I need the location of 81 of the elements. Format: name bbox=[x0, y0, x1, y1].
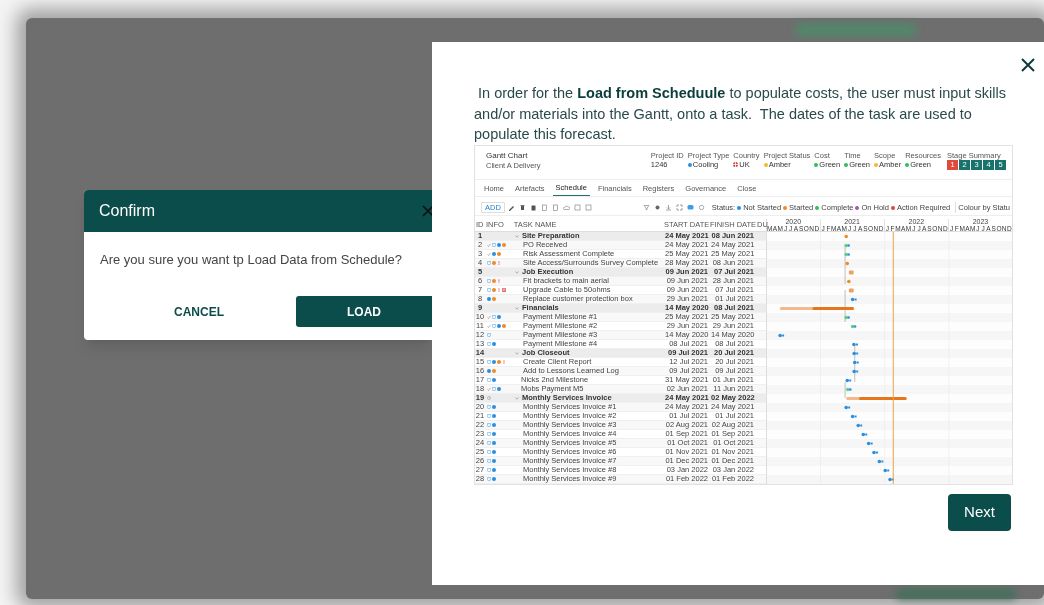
dependency-line bbox=[854, 343, 856, 383]
document-icon bbox=[492, 387, 496, 391]
document-icon bbox=[487, 333, 491, 337]
milestone-marker bbox=[845, 378, 852, 383]
document-icon bbox=[487, 279, 491, 283]
milestone-marker bbox=[888, 477, 895, 482]
document-icon bbox=[487, 261, 491, 265]
chat-icon[interactable] bbox=[687, 204, 695, 212]
check-icon bbox=[487, 315, 491, 319]
page-title: Gantt Chart bbox=[486, 151, 529, 161]
check-icon bbox=[487, 243, 491, 247]
expand-icon[interactable] bbox=[676, 204, 684, 212]
milestone-marker bbox=[850, 324, 857, 329]
filter-icon[interactable] bbox=[643, 204, 651, 212]
document-icon bbox=[487, 477, 491, 481]
cancel-button[interactable]: CANCEL bbox=[150, 296, 248, 327]
document-icon bbox=[487, 288, 491, 292]
check-icon bbox=[487, 324, 491, 328]
document-icon bbox=[487, 468, 491, 472]
document-icon bbox=[492, 315, 496, 319]
dialog-title: Confirm bbox=[99, 201, 155, 221]
check-icon bbox=[487, 387, 491, 391]
caret-icon[interactable] bbox=[515, 270, 519, 274]
check-icon bbox=[487, 252, 491, 256]
caret-icon[interactable] bbox=[515, 234, 519, 238]
summary-bar bbox=[846, 396, 907, 401]
document-icon bbox=[487, 360, 491, 364]
download-icon[interactable] bbox=[665, 204, 673, 212]
milestone-marker bbox=[847, 279, 851, 284]
milestone-marker bbox=[850, 414, 857, 419]
milestone-marker bbox=[852, 360, 859, 365]
milestone-marker bbox=[852, 369, 859, 374]
clock-icon bbox=[487, 396, 491, 400]
milestone-marker bbox=[850, 297, 857, 302]
dependency-line bbox=[844, 244, 846, 285]
pencil-icon[interactable] bbox=[508, 204, 516, 212]
document-icon bbox=[487, 441, 491, 445]
milestone-marker bbox=[861, 432, 868, 437]
milestone-marker bbox=[844, 234, 848, 239]
milestone-marker bbox=[856, 423, 863, 428]
milestone-marker bbox=[846, 387, 852, 392]
milestone-marker bbox=[883, 468, 890, 473]
dialog-message: Are you sure you want tp Load Data from Schedule? bbox=[99, 251, 404, 269]
caret-icon[interactable] bbox=[515, 351, 519, 355]
document-icon bbox=[487, 459, 491, 463]
load-button[interactable]: LOAD bbox=[296, 296, 432, 327]
caret-icon[interactable] bbox=[515, 306, 519, 310]
instruction-text: In order for the Load from Scheduule to populate costs, the user must input skills and/or materials into the Gantt, onto a task. The dates of the task are used to populate this forecast. bbox=[474, 84, 1007, 144]
task-bar bbox=[848, 270, 854, 275]
milestone-marker bbox=[877, 459, 884, 464]
settings-icon[interactable] bbox=[654, 204, 662, 212]
document-icon bbox=[492, 243, 496, 247]
milestone-marker bbox=[872, 450, 878, 455]
milestone-marker bbox=[852, 342, 858, 347]
document-icon bbox=[487, 378, 491, 382]
cloud-icon[interactable] bbox=[563, 204, 571, 212]
dependency-line bbox=[844, 289, 846, 323]
milestone-marker bbox=[844, 405, 851, 410]
milestone-marker bbox=[852, 351, 859, 356]
gear-icon[interactable] bbox=[698, 204, 706, 212]
document-icon bbox=[487, 414, 491, 418]
caret-icon[interactable] bbox=[515, 396, 519, 400]
flag-icon bbox=[733, 162, 739, 167]
document-icon bbox=[487, 405, 491, 409]
document-icon bbox=[492, 324, 496, 328]
milestone-marker bbox=[844, 315, 850, 320]
dependency-line bbox=[844, 381, 846, 399]
milestone-marker bbox=[778, 333, 785, 338]
milestone-marker bbox=[866, 441, 873, 446]
task-bar bbox=[848, 288, 854, 293]
document-icon bbox=[487, 423, 491, 427]
milestone-marker bbox=[845, 261, 850, 266]
document-icon bbox=[487, 432, 491, 436]
milestone-marker bbox=[844, 252, 850, 257]
close-icon[interactable] bbox=[1021, 58, 1035, 72]
clipboard-icon[interactable] bbox=[530, 204, 538, 212]
milestone-marker bbox=[844, 243, 850, 248]
next-button[interactable]: Next bbox=[948, 494, 1011, 531]
document-icon bbox=[487, 342, 491, 346]
trash-icon[interactable] bbox=[519, 204, 527, 212]
document-icon bbox=[487, 450, 491, 454]
